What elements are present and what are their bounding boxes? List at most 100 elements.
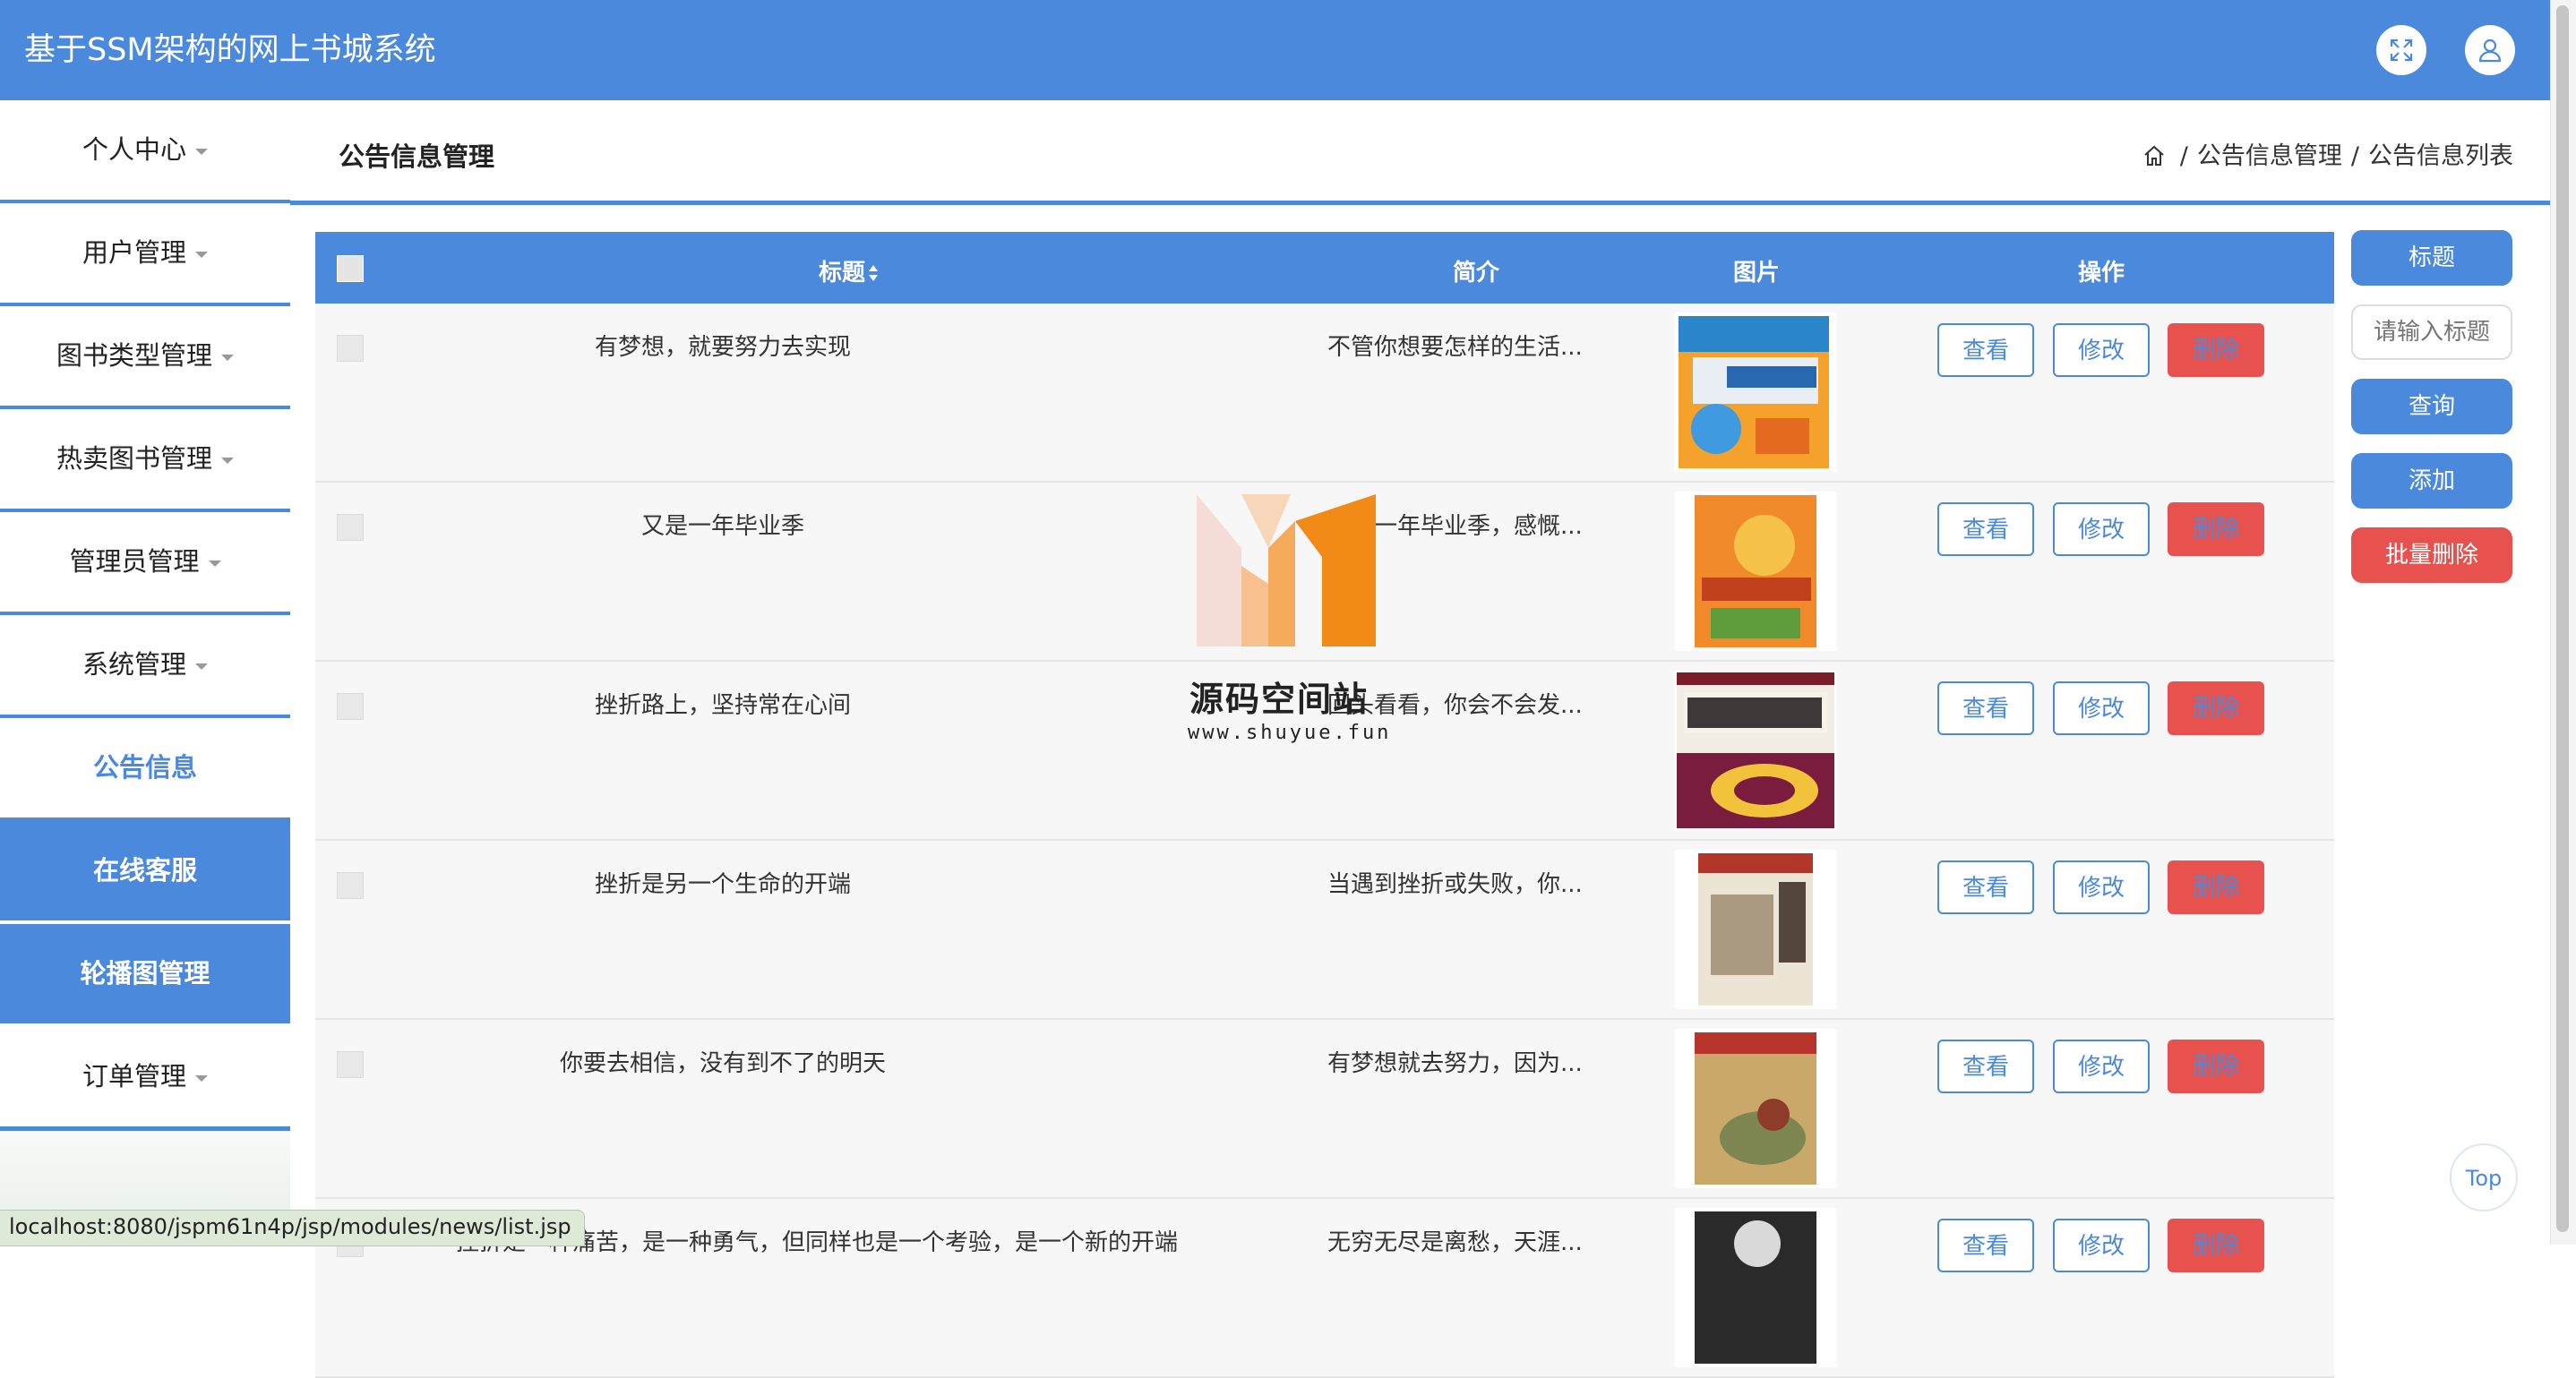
edit-button[interactable]: 修改 <box>2053 1219 2150 1272</box>
book-cover-icon <box>1675 850 1836 1009</box>
status-bar-url: localhost:8080/jspm61n4p/jsp/modules/new… <box>0 1210 585 1246</box>
book-cover-icon <box>1675 1029 1836 1188</box>
sidebar-item-online-service[interactable]: 在线客服 <box>0 821 290 925</box>
title-search-input[interactable] <box>2351 304 2512 360</box>
query-button[interactable]: 查询 <box>2351 379 2512 434</box>
edit-button[interactable]: 修改 <box>2053 681 2150 735</box>
table-row: 你要去相信，没有到不了的明天 有梦想就去努力，因为... 查看 修改 删除 <box>315 1020 2334 1199</box>
sidebar-item-personal-center[interactable]: 个人中心 <box>0 100 290 204</box>
delete-button[interactable]: 删除 <box>2168 502 2264 556</box>
view-button[interactable]: 查看 <box>1937 502 2034 556</box>
user-icon <box>2478 39 2502 63</box>
table-row: 有梦想，就要努力去实现 不管你想要怎样的生活... 查看 修改 删除 <box>315 304 2334 483</box>
caret-down-icon <box>195 1074 208 1082</box>
column-header-title[interactable]: 标题 <box>819 254 880 287</box>
fullscreen-icon <box>2390 39 2413 62</box>
book-cover-icon <box>1675 492 1836 651</box>
delete-button[interactable]: 删除 <box>2168 1040 2264 1093</box>
sidebar-item-user-management[interactable]: 用户管理 <box>0 203 290 307</box>
row-title: 挫折路上，坚持常在心间 <box>594 692 851 719</box>
sidebar-item-label: 管理员管理 <box>69 546 200 577</box>
breadcrumb-separator: / <box>2350 142 2359 170</box>
sidebar-item-announcements[interactable]: 公告信息 <box>0 718 290 822</box>
user-button[interactable] <box>2465 25 2515 75</box>
sidebar-item-book-type-management[interactable]: 图书类型管理 <box>0 306 290 410</box>
view-button[interactable]: 查看 <box>1937 1040 2034 1093</box>
watermark-name: 源码空间站 <box>1189 680 1370 719</box>
column-header-title-label: 标题 <box>819 260 866 287</box>
vertical-scrollbar[interactable] <box>2550 0 2576 1245</box>
column-header-image: 图片 <box>1733 260 1781 287</box>
view-button[interactable]: 查看 <box>1937 860 2034 914</box>
select-all-checkbox[interactable] <box>337 255 364 282</box>
announcement-table: 标题 简介 图片 操作 有梦想，就要努力去实现 不管你想要怎样的生活... 查看… <box>315 232 2334 1378</box>
sidebar-item-label: 用户管理 <box>82 237 186 268</box>
row-book-cover-image <box>1675 1208 1836 1367</box>
breadcrumb: / 公告信息管理 / 公告信息列表 <box>2142 136 2513 171</box>
delete-button[interactable]: 删除 <box>2168 323 2264 377</box>
sidebar-item-label: 热卖图书管理 <box>56 443 212 474</box>
row-title: 又是一年毕业季 <box>640 513 804 540</box>
row-book-cover-image <box>1675 1029 1836 1188</box>
row-title: 你要去相信，没有到不了的明天 <box>559 1050 886 1077</box>
table-row: 挫折是另一个生命的开端 当遇到挫折或失败，你... 查看 修改 删除 <box>315 841 2334 1020</box>
column-header-summary: 简介 <box>1453 260 1500 287</box>
edit-button[interactable]: 修改 <box>2053 860 2150 914</box>
column-header-actions: 操作 <box>2078 260 2125 287</box>
view-button[interactable]: 查看 <box>1937 1219 2034 1272</box>
sidebar-item-system-management[interactable]: 系统管理 <box>0 615 290 719</box>
top-header: 基于SSM架构的网上书城系统 <box>0 0 2551 100</box>
delete-button[interactable]: 删除 <box>2168 1219 2264 1272</box>
row-title: 挫折是另一个生命的开端 <box>594 871 851 898</box>
sidebar-item-order-management[interactable]: 订单管理 <box>0 1027 290 1131</box>
caret-down-icon <box>208 560 221 567</box>
view-button[interactable]: 查看 <box>1937 323 2034 377</box>
caret-down-icon <box>221 354 234 361</box>
row-book-cover-image <box>1675 312 1836 472</box>
edit-button[interactable]: 修改 <box>2053 1040 2150 1093</box>
book-cover-icon <box>1675 1208 1836 1367</box>
batch-delete-button[interactable]: 批量删除 <box>2351 527 2512 583</box>
row-checkbox[interactable] <box>337 514 364 541</box>
sidebar-item-label: 在线客服 <box>92 855 197 886</box>
app-title: 基于SSM架构的网上书城系统 <box>24 32 436 68</box>
sidebar-item-label: 公告信息 <box>92 752 197 783</box>
scrollbar-thumb[interactable] <box>2556 5 2569 1232</box>
edit-button[interactable]: 修改 <box>2053 502 2150 556</box>
sidebar-item-label: 个人中心 <box>82 134 186 165</box>
table-row: 挫折是一种痛苦，是一种勇气，但同样也是一个考验，是一个新的开端 无穷无尽是离愁，… <box>315 1199 2334 1378</box>
fullscreen-button[interactable] <box>2376 25 2426 75</box>
sidebar-item-admin-management[interactable]: 管理员管理 <box>0 512 290 616</box>
row-checkbox[interactable] <box>337 335 364 362</box>
caret-down-icon <box>221 457 234 464</box>
row-book-cover-image <box>1675 492 1836 651</box>
sidebar-item-hot-books-management[interactable]: 热卖图书管理 <box>0 409 290 513</box>
back-to-top-button[interactable]: Top <box>2450 1143 2518 1211</box>
sidebar-item-carousel-management[interactable]: 轮播图管理 <box>0 924 290 1028</box>
sidebar-item-label: 轮播图管理 <box>80 958 210 989</box>
caret-down-icon <box>195 251 208 258</box>
page-title-bar: 公告信息管理 / 公告信息管理 / 公告信息列表 <box>290 100 2551 205</box>
book-cover-icon <box>1675 671 1836 830</box>
edit-button[interactable]: 修改 <box>2053 323 2150 377</box>
add-button[interactable]: 添加 <box>2351 453 2512 509</box>
caret-down-icon <box>195 663 208 670</box>
delete-button[interactable]: 删除 <box>2168 860 2264 914</box>
view-button[interactable]: 查看 <box>1937 681 2034 735</box>
row-title: 有梦想，就要努力去实现 <box>594 334 851 361</box>
sort-icon[interactable] <box>867 263 880 283</box>
breadcrumb-separator: / <box>2179 142 2188 170</box>
book-cover-icon <box>1675 312 1836 472</box>
row-checkbox[interactable] <box>337 693 364 720</box>
row-book-cover-image <box>1675 671 1836 830</box>
breadcrumb-item-list: 公告信息列表 <box>2368 142 2513 170</box>
breadcrumb-item-module[interactable]: 公告信息管理 <box>2197 142 2342 170</box>
sidebar-item-label: 图书类型管理 <box>56 340 212 371</box>
sidebar: 个人中心 用户管理 图书类型管理 热卖图书管理 管理员管理 系统管理 公告信息 … <box>0 100 290 1245</box>
row-checkbox[interactable] <box>337 872 364 899</box>
search-field-label-button[interactable]: 标题 <box>2351 230 2512 286</box>
delete-button[interactable]: 删除 <box>2168 681 2264 735</box>
row-checkbox[interactable] <box>337 1051 364 1078</box>
home-icon[interactable] <box>2142 144 2166 167</box>
row-book-cover-image <box>1675 850 1836 1009</box>
